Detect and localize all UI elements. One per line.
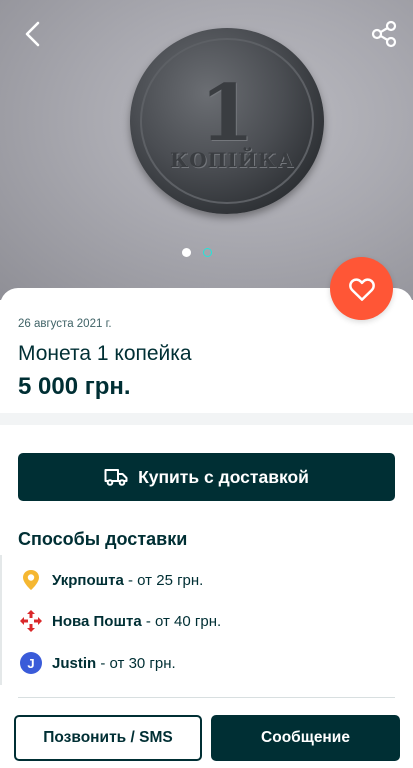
delivery-option-price: - от 30 грн.: [96, 654, 176, 672]
delivery-option-price: - от 40 грн.: [141, 612, 222, 630]
delivery-option-justin: J Justin - от 30 грн.: [18, 650, 176, 676]
message-button[interactable]: Сообщение: [211, 715, 400, 761]
delivery-option-nova-poshta: Нова Пошта - от 40 грн.: [18, 608, 221, 634]
delivery-methods-heading: Способы доставки: [18, 529, 188, 549]
delivery-option-name: Укрпошта: [52, 571, 124, 589]
justin-icon-letter: J: [20, 652, 42, 674]
heart-icon: [348, 277, 375, 301]
delivery-option-ukrposhta: Укрпошта - от 25 грн.: [18, 567, 203, 593]
share-icon: [371, 20, 397, 48]
scroll-edge-indicator: [0, 555, 2, 685]
section-divider: [0, 413, 413, 425]
coin-image: 1 КОПІЙКА: [130, 28, 324, 214]
ukrposhta-icon: [18, 567, 44, 593]
truck-icon: [104, 469, 128, 486]
delivery-option-name: Justin: [52, 654, 97, 672]
bottom-divider: [18, 697, 395, 698]
call-sms-button[interactable]: Позвонить / SMS: [14, 715, 202, 761]
listing-photo-carousel[interactable]: 1 КОПІЙКА: [0, 0, 413, 300]
nova-poshta-icon: [18, 608, 44, 634]
buy-with-delivery-label: Купить с доставкой: [138, 466, 309, 487]
listing-price: 5 000 грн.: [18, 373, 131, 400]
carousel-indicators: [182, 248, 212, 257]
buy-with-delivery-button[interactable]: Купить с доставкой: [18, 453, 395, 501]
share-button[interactable]: [368, 18, 400, 50]
coin-word: КОПІЙКА: [170, 148, 295, 172]
delivery-option-name: Нова Пошта: [52, 612, 142, 630]
listing-date: 26 августа 2021 г.: [18, 318, 112, 330]
carousel-dot-active[interactable]: [182, 248, 191, 257]
bottom-action-bar: Позвонить / SMS Сообщение: [0, 705, 413, 768]
delivery-option-price: - от 25 грн.: [123, 571, 204, 589]
listing-title: Монета 1 копейка: [18, 342, 192, 365]
favorite-button[interactable]: [330, 257, 393, 320]
back-button[interactable]: [18, 18, 50, 50]
coin-number: 1: [200, 68, 255, 159]
back-arrow-icon: [25, 21, 40, 47]
justin-icon: J: [18, 650, 44, 676]
carousel-dot[interactable]: [203, 248, 212, 257]
